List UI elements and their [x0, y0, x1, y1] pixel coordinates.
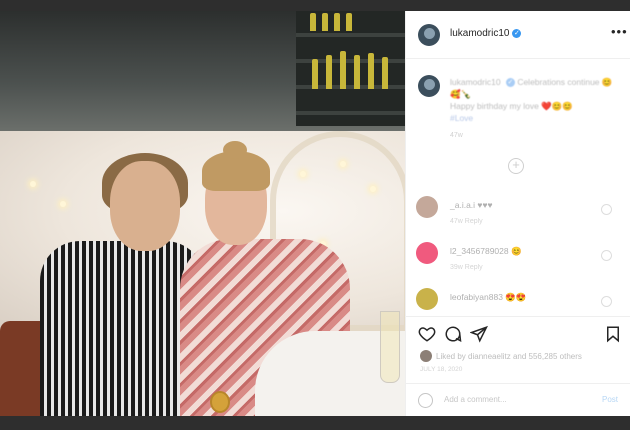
post-date: JULY 18, 2020 — [420, 366, 463, 373]
caption-username[interactable]: lukamodric10 — [450, 77, 501, 87]
caption-avatar[interactable] — [418, 75, 440, 97]
comment-item: l2_3456789028 😊 39w Reply — [416, 242, 626, 284]
comment-like-heart-icon[interactable] — [601, 296, 612, 307]
photo-bottle — [310, 13, 316, 31]
verified-badge-icon: ✓ — [512, 29, 522, 38]
comment-avatar[interactable] — [416, 288, 438, 310]
comment-bubble-icon[interactable] — [444, 325, 462, 343]
comment-like-heart-icon[interactable] — [601, 204, 612, 215]
like-heart-icon[interactable] — [418, 325, 436, 343]
comment-text: leofabiyan883 😍😍 — [450, 292, 526, 303]
comment-avatar[interactable] — [416, 196, 438, 218]
comment-like-heart-icon[interactable] — [601, 250, 612, 261]
comment-body: 😍😍 — [505, 292, 527, 302]
photo-light — [370, 186, 376, 192]
post-actions-bar — [406, 316, 630, 346]
photo-wristwatch — [210, 391, 230, 413]
caption-text-line1: Celebrations continue — [517, 77, 600, 87]
load-more-comments-icon[interactable]: + — [508, 158, 524, 174]
caption-timestamp: 47w — [450, 132, 463, 139]
post-caption: lukamodric10 ✓ Celebrations continue 😊🥰🍾… — [450, 76, 620, 124]
more-options-icon[interactable]: ••• — [611, 24, 628, 39]
comment-text: l2_3456789028 😊 — [450, 246, 522, 257]
comment-avatar[interactable] — [416, 242, 438, 264]
comment-body: 😊 — [511, 246, 522, 256]
comment-text: _a.i.a.i ♥♥♥ — [450, 200, 493, 210]
comment-item: _a.i.a.i ♥♥♥ 47w Reply — [416, 196, 626, 238]
photo-bottle — [368, 53, 374, 89]
verified-badge-icon: ✓ — [505, 78, 515, 87]
comment-username[interactable]: leofabiyan883 — [450, 292, 503, 302]
emoji-smile-icon[interactable] — [418, 393, 433, 408]
comment-body: ♥♥♥ — [477, 200, 493, 210]
photo-bottle — [312, 59, 318, 89]
post-username[interactable]: lukamodric10 ✓ — [450, 28, 522, 39]
caption-emojis: ❤️😊😊 — [541, 101, 573, 111]
post-comment-button[interactable]: Post — [602, 395, 618, 404]
username-text[interactable]: lukamodric10 — [450, 28, 509, 39]
comment-meta[interactable]: 47w Reply — [450, 218, 483, 225]
save-bookmark-icon[interactable] — [604, 325, 622, 343]
add-comment-bar: Add a comment... Post — [406, 383, 630, 416]
photo-bottle — [382, 57, 388, 89]
comment-meta[interactable]: 39w Reply — [450, 264, 483, 271]
comment-username[interactable]: _a.i.a.i — [450, 200, 475, 210]
likes-summary[interactable]: Liked by dianneaelitz and 556,285 others — [420, 350, 582, 362]
bottom-bar — [0, 416, 630, 430]
caption-text-line2: Happy birthday my love — [450, 101, 539, 111]
post-header: lukamodric10 ✓ ••• — [406, 11, 630, 59]
top-bar — [0, 0, 630, 11]
post-sidebar: lukamodric10 ✓ ••• lukamodric10 ✓ Celebra… — [405, 11, 630, 416]
photo-wine-glass — [380, 311, 400, 383]
likes-text[interactable]: Liked by dianneaelitz and 556,285 others — [436, 352, 582, 361]
share-send-icon[interactable] — [470, 325, 488, 343]
comment-username[interactable]: l2_3456789028 — [450, 246, 509, 256]
liker-avatar — [420, 350, 432, 362]
photo-bottle — [326, 55, 332, 89]
photo-bottle — [334, 13, 340, 31]
photo-bottle — [322, 13, 328, 31]
photo-bottle — [346, 13, 352, 31]
photo-bottle — [340, 51, 346, 89]
photo-light — [30, 181, 36, 187]
user-avatar[interactable] — [418, 24, 440, 46]
add-comment-input[interactable]: Add a comment... — [444, 395, 507, 404]
caption-hashtag[interactable]: #Love — [450, 113, 473, 123]
post-photo[interactable] — [0, 11, 405, 416]
photo-bottle — [354, 55, 360, 89]
